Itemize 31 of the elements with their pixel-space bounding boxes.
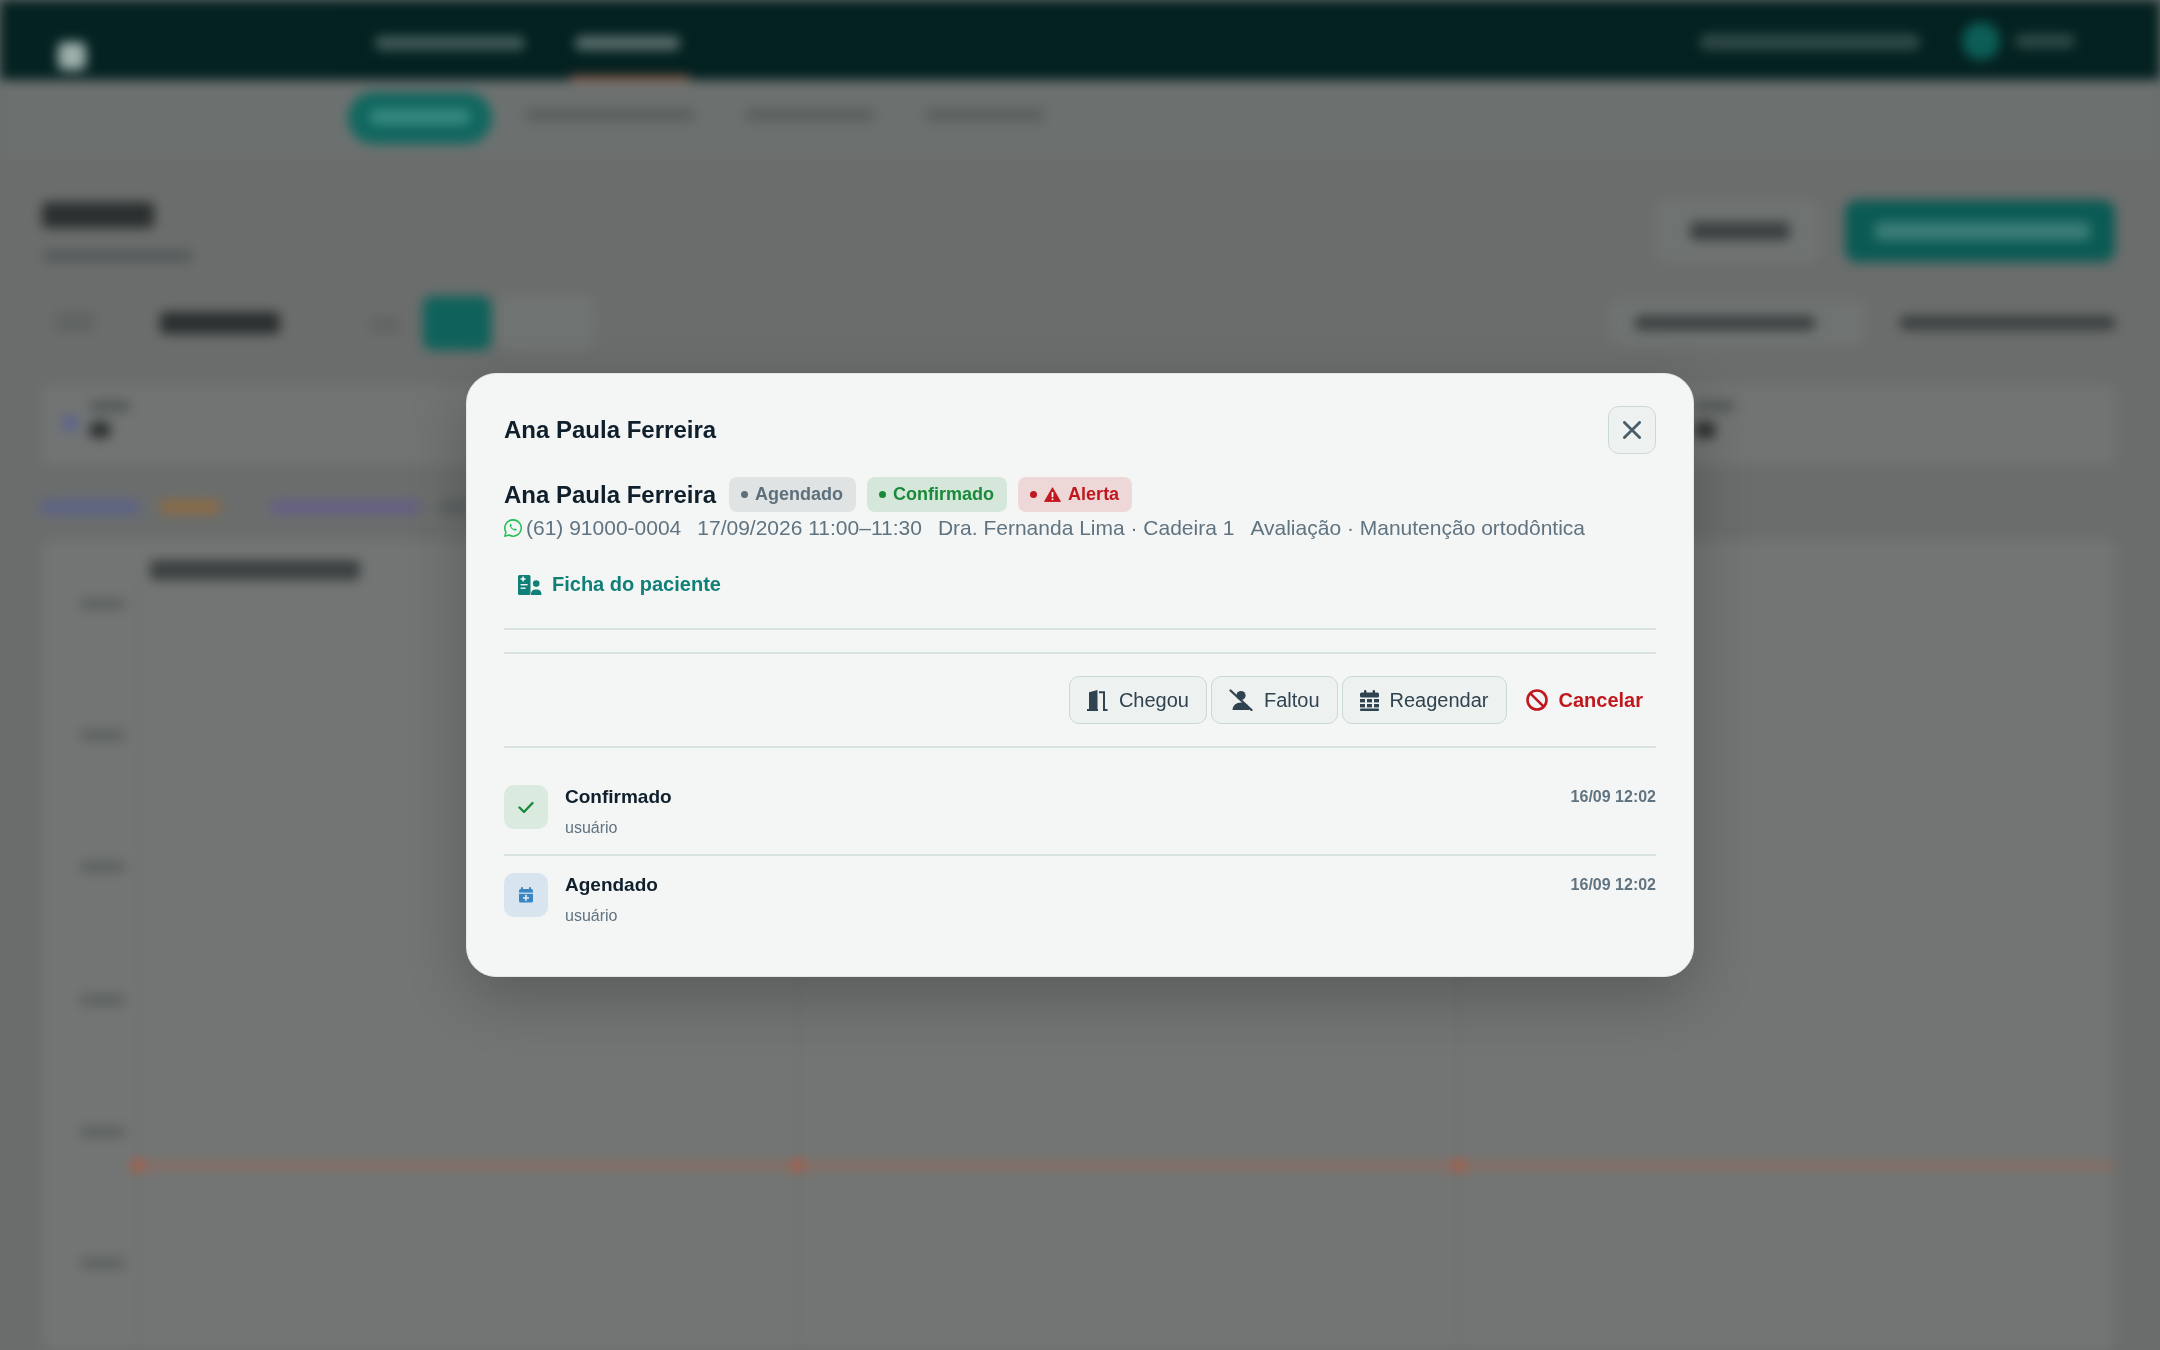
status-label: Alerta (1068, 484, 1120, 505)
status-label: Agendado (755, 484, 844, 505)
whatsapp-icon (504, 519, 522, 537)
calendar-icon (1359, 689, 1379, 711)
file-person-icon (518, 574, 542, 595)
warning-icon (1044, 487, 1062, 502)
history-author: usuário (565, 818, 619, 838)
status-label: Confirmado (893, 484, 995, 505)
professional-label: Dra. Fernanda Lima · Cadeira 1 (937, 515, 1235, 541)
arrived-button[interactable]: Chegou (1068, 676, 1207, 724)
no-show-button[interactable]: Faltou (1210, 676, 1338, 724)
procedure-label: Avaliação · Manutenção ortodôntica (1250, 515, 1586, 541)
patient-record-link[interactable]: Ficha do paciente (504, 565, 735, 604)
appointment-time: 17/09/2026 11:00–11:30 (697, 515, 922, 541)
close-button[interactable] (1608, 406, 1656, 454)
check-icon (504, 785, 548, 829)
ban-icon (1525, 689, 1548, 711)
close-icon (1623, 421, 1641, 439)
history-author: usuário (565, 906, 619, 926)
history-status: Agendado (565, 873, 659, 897)
history-time: 16/09 12:02 (1570, 875, 1656, 895)
history-time: 16/09 12:02 (1570, 787, 1656, 807)
door-icon (1086, 689, 1108, 711)
dialog-title: Ana Paula Ferreira (504, 416, 717, 444)
calendar-plus-icon (504, 873, 548, 917)
reschedule-button[interactable]: Reagendar (1341, 676, 1507, 724)
cancel-button[interactable]: Cancelar (1512, 676, 1656, 724)
patient-name: Ana Paula Ferreira (504, 480, 717, 509)
person-slash-icon (1228, 689, 1253, 711)
history-status: Confirmado (565, 785, 673, 809)
phone-number: (61) 91000-0004 (526, 515, 682, 541)
